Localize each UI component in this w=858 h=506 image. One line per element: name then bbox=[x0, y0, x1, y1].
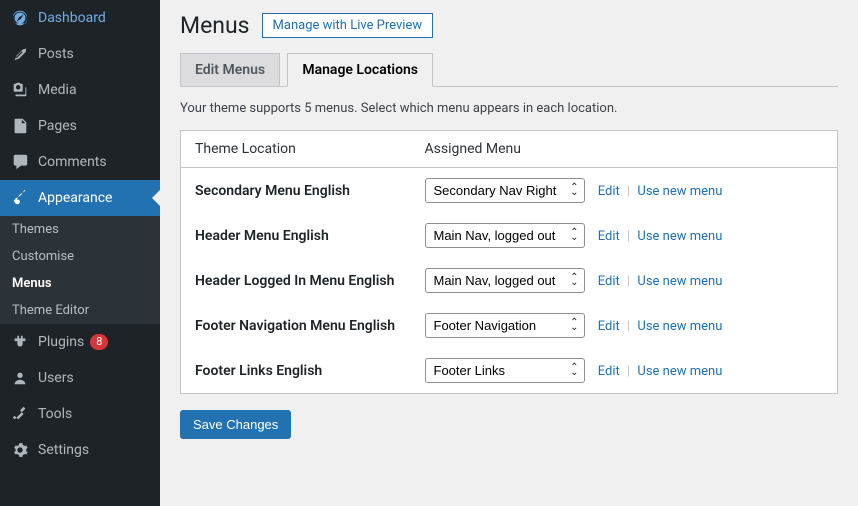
locations-table: Theme Location Assigned Menu Secondary M… bbox=[180, 130, 838, 394]
submenu-item-themes[interactable]: Themes bbox=[0, 216, 160, 243]
edit-link[interactable]: Edit bbox=[598, 319, 620, 334]
sidebar-item-posts[interactable]: Posts bbox=[0, 36, 160, 72]
use-new-menu-link[interactable]: Use new menu bbox=[637, 274, 722, 289]
comment-icon bbox=[10, 152, 30, 172]
page-title: Menus bbox=[180, 12, 250, 39]
submenu-item-menus[interactable]: Menus bbox=[0, 270, 160, 297]
sidebar-label: Appearance bbox=[38, 190, 112, 206]
sidebar-item-pages[interactable]: Pages bbox=[0, 108, 160, 144]
sidebar-item-media[interactable]: Media bbox=[0, 72, 160, 108]
save-changes-button[interactable]: Save Changes bbox=[180, 410, 291, 439]
table-row: Footer Navigation Menu English Footer Na… bbox=[181, 303, 838, 348]
sidebar-item-settings[interactable]: Settings bbox=[0, 432, 160, 468]
sidebar-submenu-appearance: Themes Customise Menus Theme Editor bbox=[0, 216, 160, 324]
location-label: Header Logged In Menu English bbox=[181, 258, 411, 303]
location-label: Footer Links English bbox=[181, 348, 411, 394]
sidebar-item-plugins[interactable]: Plugins 8 bbox=[0, 324, 160, 360]
intro-text: Your theme supports 5 menus. Select whic… bbox=[180, 101, 838, 116]
edit-link[interactable]: Edit bbox=[598, 364, 620, 379]
location-label: Secondary Menu English bbox=[181, 168, 411, 214]
tab-manage-locations[interactable]: Manage Locations bbox=[287, 53, 433, 87]
sidebar-item-dashboard[interactable]: Dashboard bbox=[0, 0, 160, 36]
edit-link[interactable]: Edit bbox=[598, 274, 620, 289]
users-icon bbox=[10, 368, 30, 388]
sidebar-label: Users bbox=[38, 370, 74, 386]
sidebar-item-comments[interactable]: Comments bbox=[0, 144, 160, 180]
assigned-menu-select[interactable]: Footer Links bbox=[425, 358, 585, 383]
row-actions: Edit | Use new menu bbox=[598, 229, 723, 244]
th-location: Theme Location bbox=[181, 131, 411, 168]
location-label: Header Menu English bbox=[181, 213, 411, 258]
plugins-update-badge: 8 bbox=[90, 334, 108, 350]
pages-icon bbox=[10, 116, 30, 136]
sidebar-item-users[interactable]: Users bbox=[0, 360, 160, 396]
table-row: Header Logged In Menu English Main Nav, … bbox=[181, 258, 838, 303]
admin-sidebar: Dashboard Posts Media Pages Comments App… bbox=[0, 0, 160, 506]
page-header: Menus Manage with Live Preview bbox=[180, 0, 838, 39]
plugin-icon bbox=[10, 332, 30, 352]
edit-link[interactable]: Edit bbox=[598, 229, 620, 244]
sidebar-label: Tools bbox=[38, 406, 72, 422]
row-actions: Edit | Use new menu bbox=[598, 274, 723, 289]
sidebar-item-tools[interactable]: Tools bbox=[0, 396, 160, 432]
table-row: Header Menu English Main Nav, logged out… bbox=[181, 213, 838, 258]
tab-edit-menus[interactable]: Edit Menus bbox=[180, 53, 280, 86]
row-actions: Edit | Use new menu bbox=[598, 364, 723, 379]
assigned-menu-select[interactable]: Main Nav, logged out bbox=[425, 268, 585, 293]
use-new-menu-link[interactable]: Use new menu bbox=[637, 184, 722, 199]
use-new-menu-link[interactable]: Use new menu bbox=[637, 364, 722, 379]
nav-tabs: Edit Menus Manage Locations bbox=[180, 53, 838, 87]
sidebar-label: Posts bbox=[38, 46, 74, 62]
assigned-menu-select[interactable]: Main Nav, logged out bbox=[425, 223, 585, 248]
table-row: Secondary Menu English Secondary Nav Rig… bbox=[181, 168, 838, 214]
sidebar-label: Dashboard bbox=[38, 10, 106, 26]
assigned-menu-select[interactable]: Secondary Nav Right bbox=[425, 178, 585, 203]
row-actions: Edit | Use new menu bbox=[598, 319, 723, 334]
use-new-menu-link[interactable]: Use new menu bbox=[637, 229, 722, 244]
submit-row: Save Changes bbox=[180, 410, 838, 439]
assigned-menu-select[interactable]: Footer Navigation bbox=[425, 313, 585, 338]
sidebar-item-appearance[interactable]: Appearance bbox=[0, 180, 160, 216]
submenu-item-theme-editor[interactable]: Theme Editor bbox=[0, 297, 160, 324]
th-assigned: Assigned Menu bbox=[411, 131, 838, 168]
dashboard-icon bbox=[10, 8, 30, 28]
media-icon bbox=[10, 80, 30, 100]
tools-icon bbox=[10, 404, 30, 424]
table-row: Footer Links English Footer Links Edit |… bbox=[181, 348, 838, 394]
location-label: Footer Navigation Menu English bbox=[181, 303, 411, 348]
use-new-menu-link[interactable]: Use new menu bbox=[637, 319, 722, 334]
row-actions: Edit | Use new menu bbox=[598, 184, 723, 199]
submenu-item-customise[interactable]: Customise bbox=[0, 243, 160, 270]
brush-icon bbox=[10, 188, 30, 208]
pin-icon bbox=[10, 44, 30, 64]
sidebar-label: Plugins bbox=[38, 334, 84, 350]
sidebar-label: Media bbox=[38, 82, 77, 98]
sidebar-label: Comments bbox=[38, 154, 107, 170]
sidebar-label: Pages bbox=[38, 118, 77, 134]
edit-link[interactable]: Edit bbox=[598, 184, 620, 199]
settings-icon bbox=[10, 440, 30, 460]
sidebar-label: Settings bbox=[38, 442, 89, 458]
manage-live-preview-button[interactable]: Manage with Live Preview bbox=[262, 13, 434, 38]
main-content: Menus Manage with Live Preview Edit Menu… bbox=[160, 0, 858, 506]
